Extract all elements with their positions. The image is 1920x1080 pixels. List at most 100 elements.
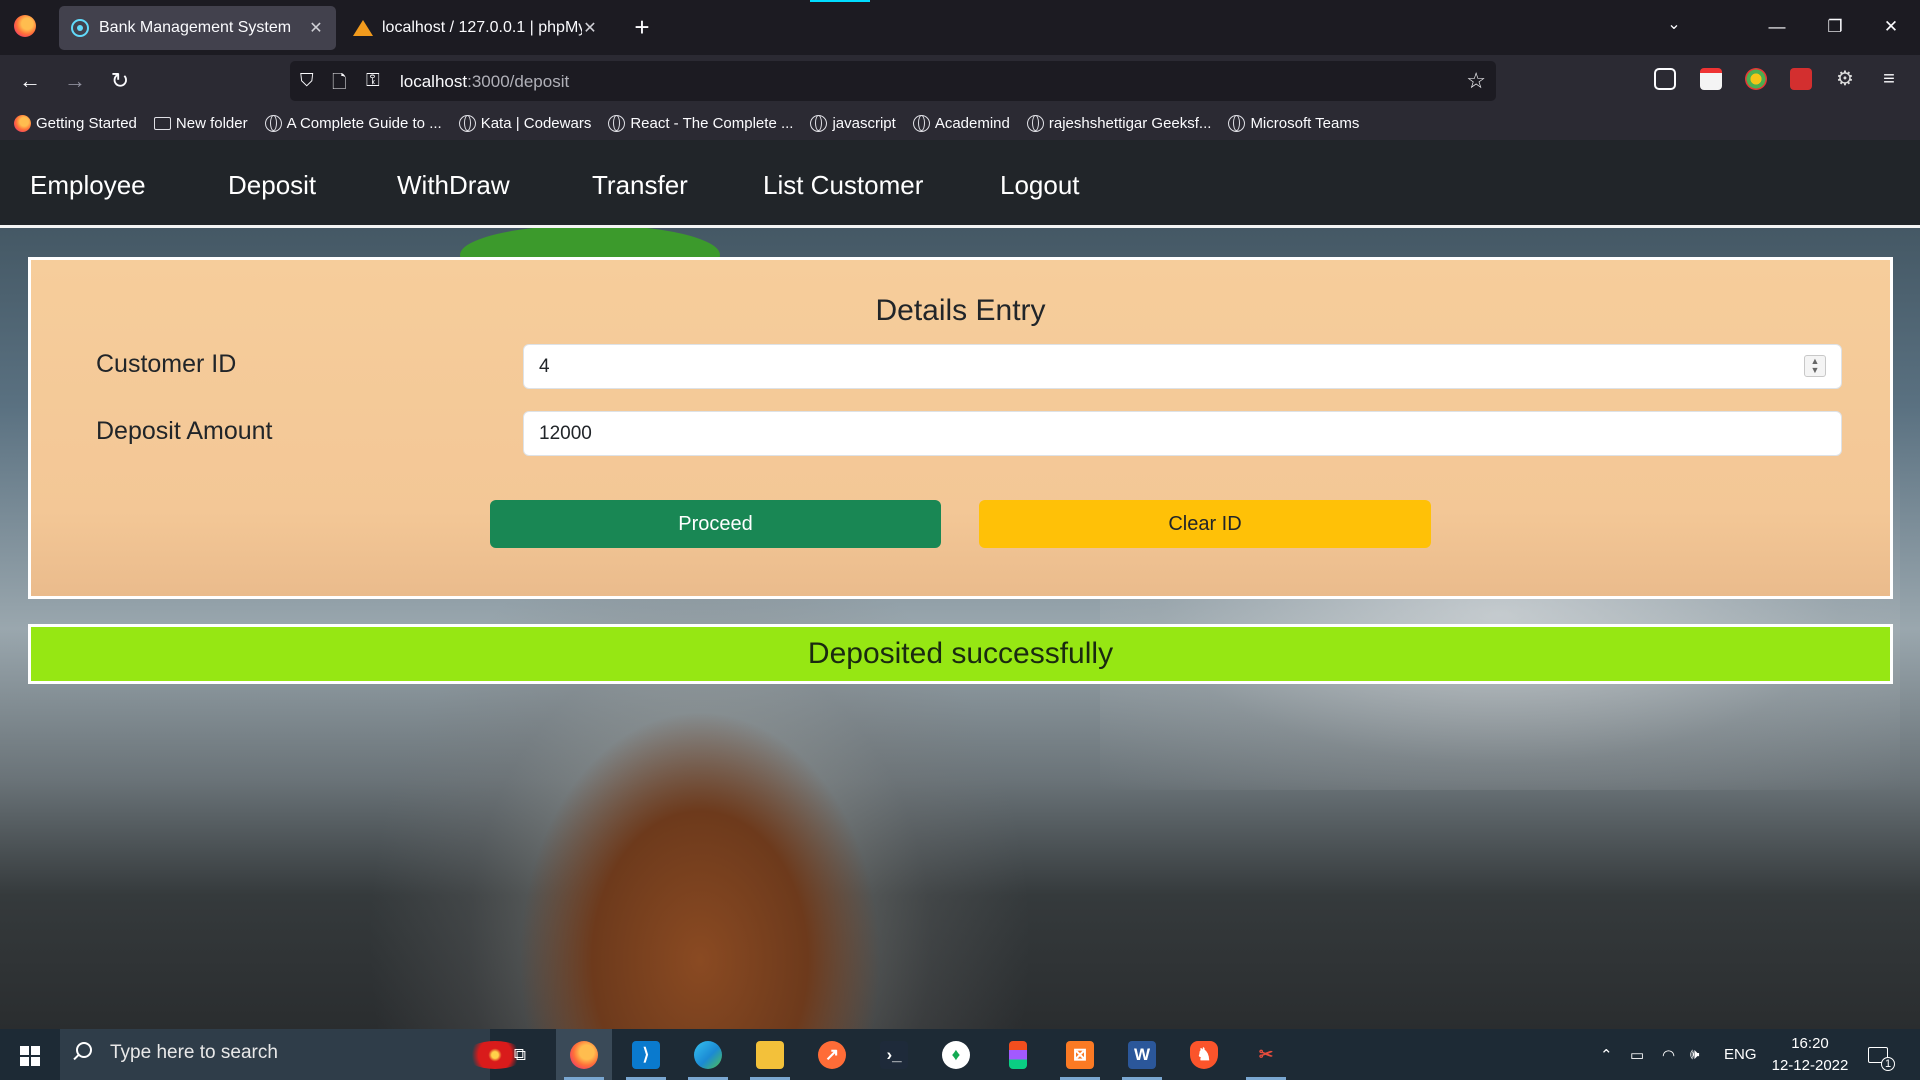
deposit-amount-label: Deposit Amount	[96, 417, 273, 445]
pocket-icon[interactable]	[1654, 68, 1676, 90]
taskbar-search[interactable]	[60, 1029, 525, 1080]
reload-icon[interactable]: ↻	[104, 65, 136, 97]
word-taskbar-icon[interactable]: W	[1114, 1029, 1170, 1080]
hamburger-menu-icon[interactable]: ≡	[1878, 68, 1900, 90]
proceed-button[interactable]: Proceed	[490, 500, 941, 548]
tab-close-icon[interactable]: ✕	[308, 18, 324, 38]
powershell-taskbar-icon[interactable]: ›_	[866, 1029, 922, 1080]
bookmark-microsoft-teams[interactable]: Microsoft Teams	[1228, 114, 1360, 132]
notifications-icon[interactable]: 1	[1868, 1029, 1895, 1080]
figma-taskbar-icon[interactable]	[990, 1029, 1046, 1080]
firefox-menu-icon[interactable]	[14, 15, 36, 37]
url-path: :3000/deposit	[467, 72, 570, 91]
taskbar-clock[interactable]: 16:20 12-12-2022	[1768, 1033, 1852, 1077]
react-icon	[71, 19, 89, 37]
back-arrow-icon[interactable]: ←	[14, 65, 46, 97]
nav-link-withdraw[interactable]: WithDraw	[397, 170, 510, 201]
browser-navigation-bar: ← → ↻ ⛉ 🗋 ⚿ localhost:3000/deposit ☆ ⚙ ≡	[0, 55, 1920, 106]
nav-link-logout[interactable]: Logout	[1000, 170, 1080, 201]
mongodb-taskbar-icon[interactable]: ♦	[928, 1029, 984, 1080]
clock-time: 16:20	[1791, 1035, 1829, 1052]
firefox-icon	[14, 114, 31, 132]
nav-link-transfer[interactable]: Transfer	[592, 170, 688, 201]
postman-taskbar-icon[interactable]: ↗	[804, 1029, 860, 1080]
key-icon[interactable]: ⚿	[366, 70, 380, 91]
bookmark-label: Getting Started	[36, 114, 137, 132]
firefox-taskbar-icon[interactable]	[556, 1029, 612, 1080]
globe-icon	[608, 114, 626, 132]
number-spinner[interactable]: ▲ ▼	[1804, 355, 1826, 377]
language-indicator[interactable]: ENG	[1724, 1029, 1757, 1080]
globe-icon	[1228, 114, 1246, 132]
globe-icon	[810, 114, 828, 132]
bookmark-react[interactable]: React - The Complete ...	[608, 114, 794, 132]
card-title: Details Entry	[875, 294, 1046, 327]
brave-taskbar-icon[interactable]: ♞	[1176, 1029, 1232, 1080]
phpmyadmin-icon	[353, 19, 373, 37]
deposit-amount-input[interactable]	[523, 411, 1842, 456]
page-icon[interactable]: 🗋	[332, 70, 346, 100]
vscode-taskbar-icon[interactable]: ⟩	[618, 1029, 674, 1080]
tab-phpmyadmin[interactable]: localhost / 127.0.0.1 | phpMyAd ✕	[342, 6, 610, 50]
globe-icon	[458, 114, 476, 132]
address-bar[interactable]: ⛉ 🗋 ⚿ localhost:3000/deposit ☆	[290, 61, 1496, 101]
windows-start-icon[interactable]	[20, 1046, 40, 1066]
page-viewport: Employee Deposit WithDraw Transfer List …	[0, 140, 1920, 1029]
nav-link-list-customer[interactable]: List Customer	[763, 170, 923, 201]
bookmark-label: React - The Complete ...	[630, 114, 794, 132]
volume-icon[interactable]: 🕪	[1690, 1029, 1699, 1080]
notification-count: 1	[1881, 1056, 1895, 1071]
browser-tab-strip: Bank Management System ✕ localhost / 127…	[0, 0, 1920, 55]
battery-icon[interactable]: ▭	[1630, 1029, 1644, 1080]
new-tab-button[interactable]: +	[626, 12, 658, 44]
extensions-gear-icon[interactable]: ⚙	[1834, 68, 1856, 90]
tab-bank-management[interactable]: Bank Management System ✕	[59, 6, 336, 50]
bookmark-javascript[interactable]: javascript	[810, 114, 896, 132]
bookmark-new-folder[interactable]: New folder	[153, 115, 248, 132]
forward-arrow-icon[interactable]: →	[59, 65, 91, 97]
minimize-icon[interactable]: —	[1754, 10, 1800, 44]
bookmarks-toolbar: Getting Started New folder A Complete Gu…	[0, 106, 1920, 140]
bookmark-label: A Complete Guide to ...	[286, 114, 442, 132]
list-all-tabs-icon[interactable]: ⌄	[1660, 14, 1688, 34]
file-explorer-taskbar-icon[interactable]	[742, 1029, 798, 1080]
bookmark-label: javascript	[832, 114, 896, 132]
shield-icon[interactable]: ⛉	[300, 70, 314, 91]
tab-close-icon[interactable]: ✕	[582, 18, 598, 38]
success-alert: Deposited successfully	[28, 624, 1893, 684]
restore-icon[interactable]: ❐	[1812, 10, 1858, 44]
close-window-icon[interactable]: ✕	[1868, 10, 1914, 44]
red-extension-icon[interactable]	[1790, 68, 1812, 90]
nav-link-employee[interactable]: Employee	[30, 170, 146, 201]
show-hidden-icons[interactable]: ⌃	[1600, 1029, 1613, 1080]
bookmark-geeksforgeeks[interactable]: rajeshshettigar Geeksf...	[1026, 114, 1211, 132]
nav-link-deposit[interactable]: Deposit	[228, 170, 316, 201]
bookmark-getting-started[interactable]: Getting Started	[14, 114, 137, 132]
url-text[interactable]: localhost:3000/deposit	[400, 72, 569, 92]
details-entry-card: Details Entry Customer ID ▲▼ Deposit Amo…	[28, 257, 1893, 599]
url-host: localhost	[400, 72, 468, 91]
edge-taskbar-icon[interactable]	[680, 1029, 736, 1080]
task-view-icon[interactable]: ⧉	[492, 1029, 548, 1080]
bookmark-codewars[interactable]: Kata | Codewars	[458, 114, 592, 132]
bookmark-label: Academind	[934, 114, 1010, 132]
clear-id-button[interactable]: Clear ID	[979, 500, 1431, 548]
bookmark-label: Kata | Codewars	[480, 114, 592, 132]
folder-icon	[153, 116, 171, 130]
taskbar-search-input[interactable]	[110, 1042, 410, 1064]
chrome-extension-icon[interactable]	[1745, 68, 1767, 90]
wifi-icon[interactable]: ◠	[1662, 1029, 1675, 1080]
calendar-extension-icon[interactable]	[1700, 68, 1722, 90]
bookmark-academind[interactable]: Academind	[912, 114, 1010, 132]
bookmark-label: Microsoft Teams	[1250, 114, 1360, 132]
bookmark-complete-guide[interactable]: A Complete Guide to ...	[264, 114, 442, 132]
customer-id-input[interactable]	[523, 344, 1842, 389]
tab-title: Bank Management System	[99, 19, 292, 36]
windows-taskbar: ⧉ ⟩ ↗ ›_ ♦ ⊠ W ♞ ✂ ⌃ ▭ ◠ 🕪 ENG 16:20 12-…	[0, 1029, 1920, 1080]
globe-icon	[912, 114, 930, 132]
bookmark-star-icon[interactable]: ☆	[1466, 68, 1486, 94]
customer-id-label: Customer ID	[96, 350, 237, 378]
xampp-taskbar-icon[interactable]: ⊠	[1052, 1029, 1108, 1080]
snipping-tool-taskbar-icon[interactable]: ✂	[1238, 1029, 1294, 1080]
search-icon	[76, 1042, 92, 1058]
